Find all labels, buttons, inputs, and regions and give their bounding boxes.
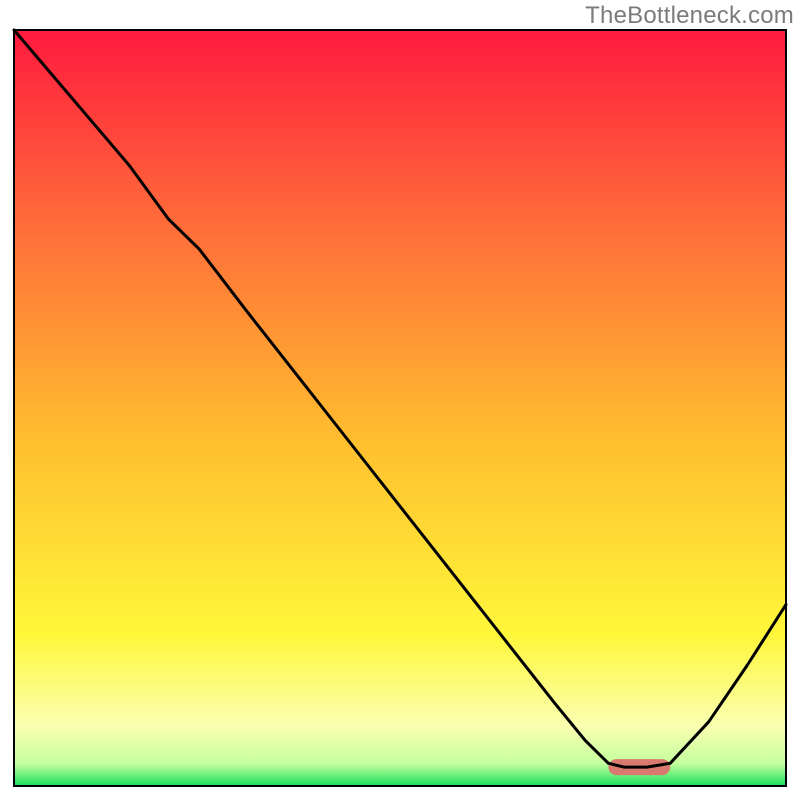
bottleneck-chart	[0, 0, 800, 800]
watermark-text: TheBottleneck.com	[585, 2, 794, 30]
chart-container: TheBottleneck.com	[0, 0, 800, 800]
plot-background	[14, 30, 786, 786]
